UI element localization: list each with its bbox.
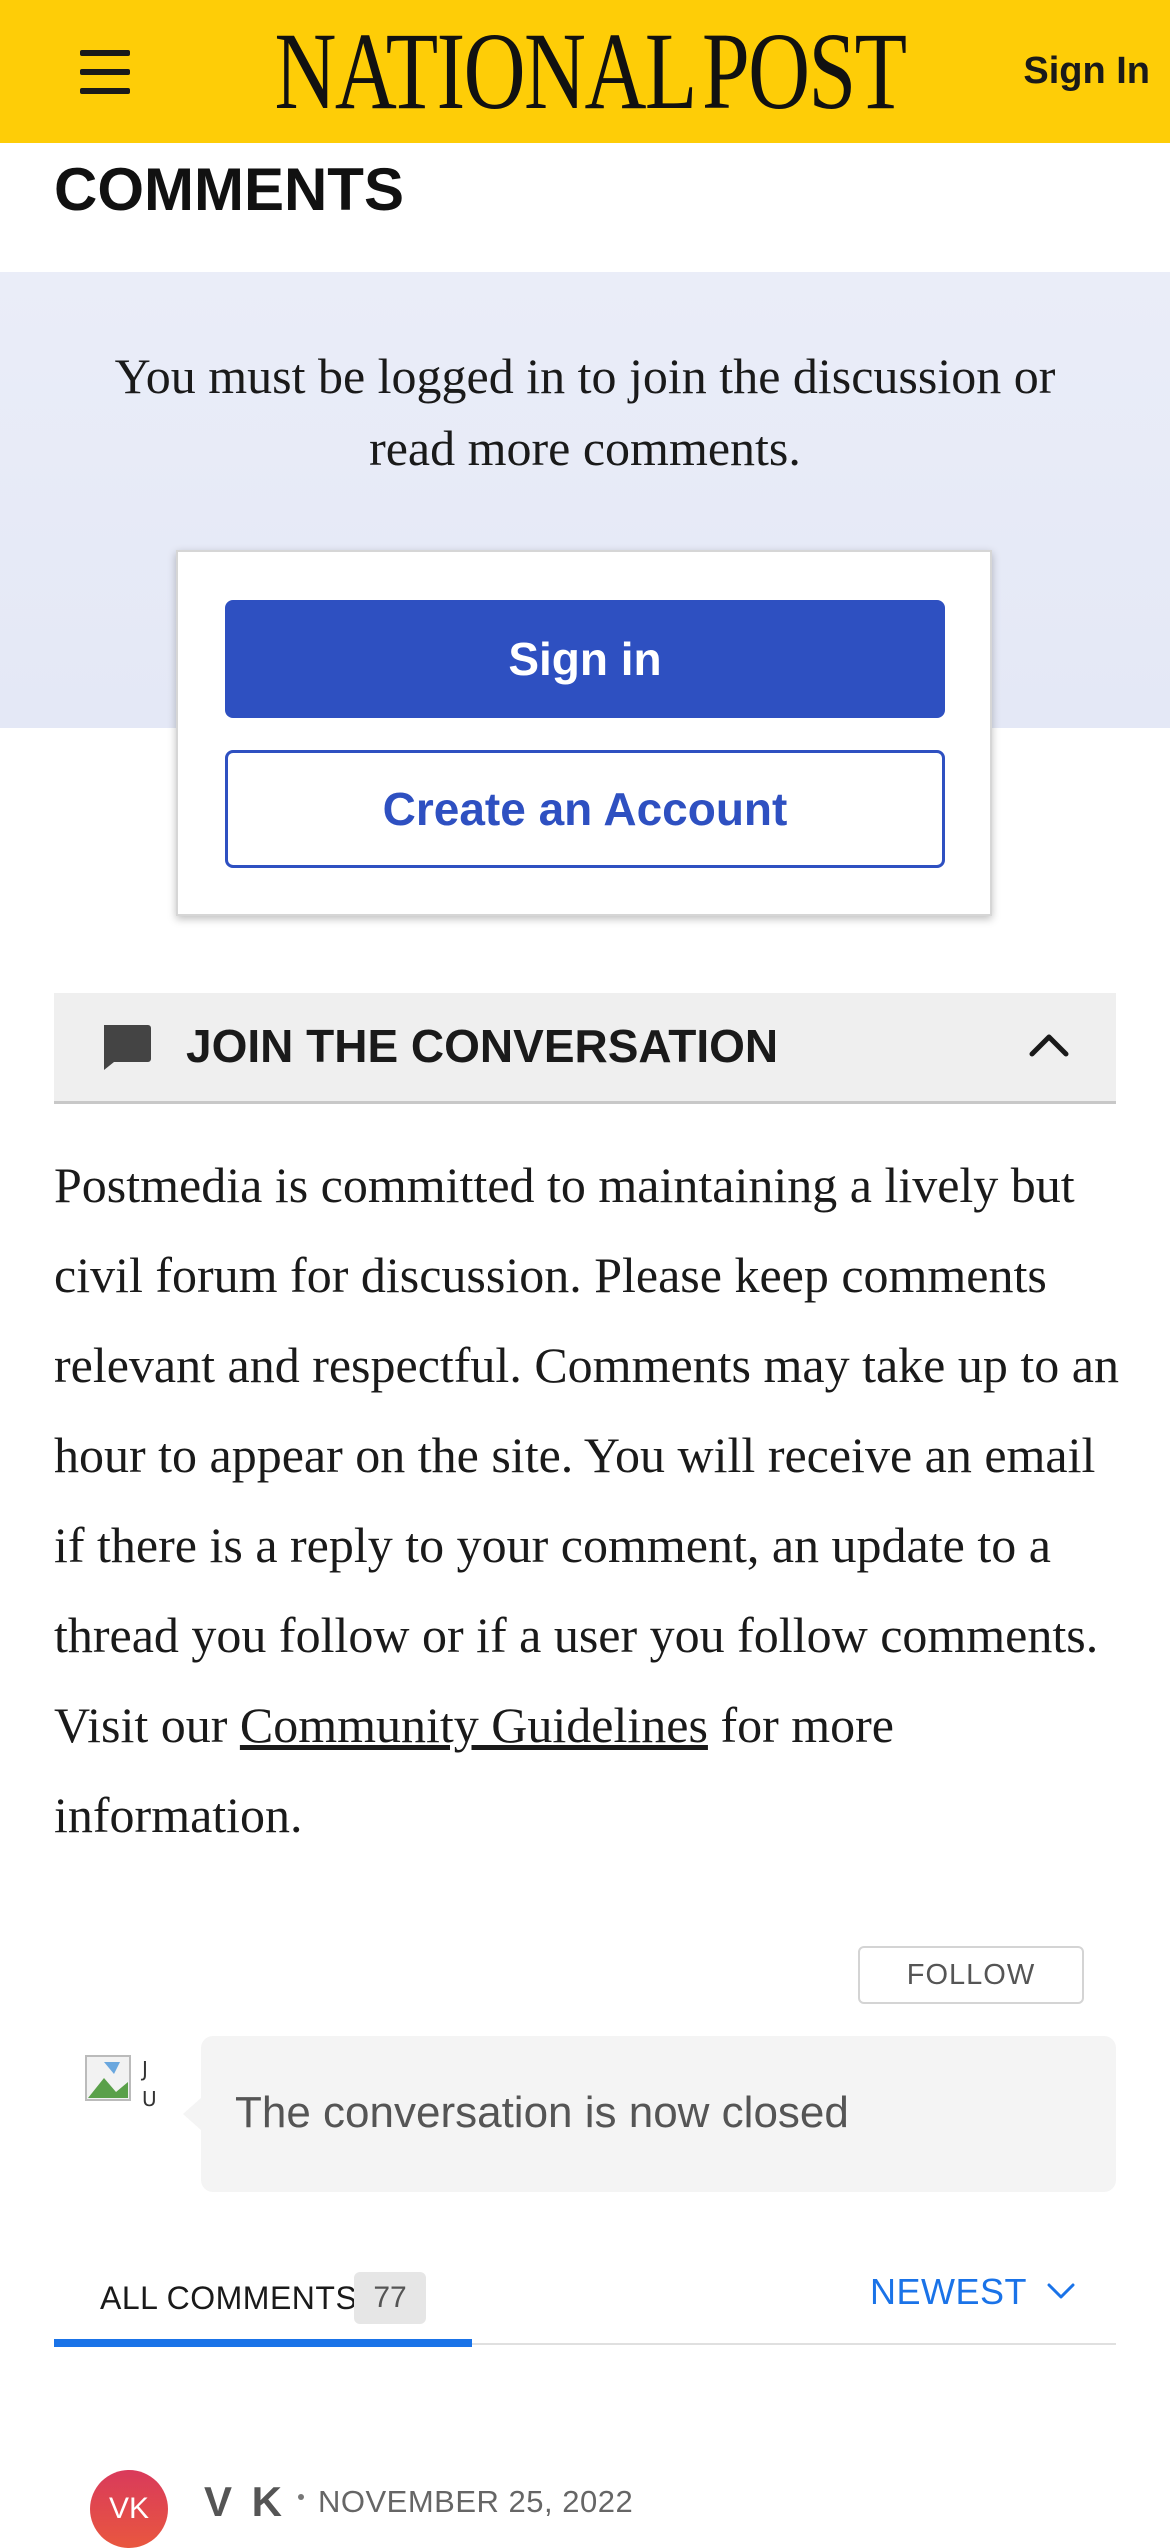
header-sign-in-link[interactable]: Sign In xyxy=(970,46,1150,96)
separator-dot xyxy=(298,2494,304,2500)
logo-text-post: POST xyxy=(701,10,907,132)
active-tab-indicator xyxy=(54,2339,472,2347)
commenter-avatar[interactable]: VK xyxy=(90,2470,168,2548)
section-title: COMMENTS xyxy=(54,156,404,223)
login-message: You must be logged in to join the discus… xyxy=(114,348,1056,476)
chevron-up-icon[interactable] xyxy=(1026,1030,1072,1060)
sort-newest-dropdown[interactable]: NEWEST xyxy=(870,2270,1027,2314)
site-logo[interactable]: NATIONAL POST xyxy=(274,16,907,126)
conversation-closed-message: The conversation is now closed xyxy=(235,2088,849,2137)
community-guidelines-text: Postmedia is committed to maintaining a … xyxy=(54,1140,1124,1860)
chevron-down-icon[interactable] xyxy=(1046,2281,1076,2301)
join-conversation-title: JOIN THE CONVERSATION xyxy=(186,1020,779,1072)
community-guidelines-link[interactable]: Community Guidelines xyxy=(240,1697,708,1753)
guidelines-text-before: Postmedia is committed to maintaining a … xyxy=(54,1157,1119,1753)
tab-all-comments[interactable]: ALL COMMENTS xyxy=(100,2278,357,2318)
svg-text:J: J xyxy=(140,2057,148,2081)
follow-button[interactable]: FOLLOW xyxy=(858,1946,1084,2004)
user-avatar-image: J U xyxy=(85,2055,157,2111)
comment-count-badge: 77 xyxy=(354,2272,426,2324)
comment-icon xyxy=(104,1025,151,1070)
closed-bubble-tail xyxy=(183,2098,201,2130)
menu-icon[interactable] xyxy=(80,50,130,94)
comment-date: NOVEMBER 25, 2022 xyxy=(318,2484,634,2519)
svg-text:U: U xyxy=(142,2087,157,2111)
commenter-name[interactable]: V K xyxy=(204,2476,286,2528)
logo-text-national: NATIONAL xyxy=(274,10,697,132)
create-account-button[interactable]: Create an Account xyxy=(225,750,945,868)
sign-in-button[interactable]: Sign in xyxy=(225,600,945,718)
